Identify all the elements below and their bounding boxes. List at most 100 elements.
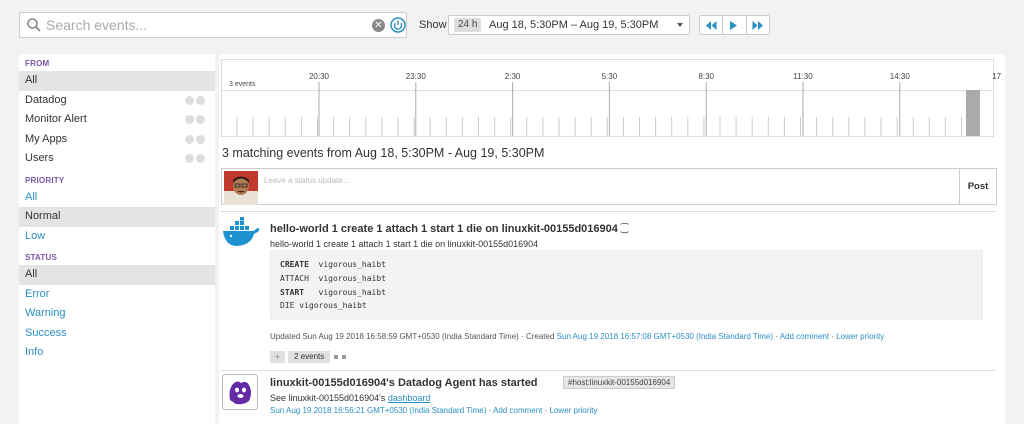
from-item-my-apps[interactable]: My Apps <box>19 130 215 150</box>
time-nav <box>699 15 770 35</box>
check-icon[interactable] <box>185 95 194 105</box>
timeline-tick-label: 17 <box>992 72 1002 81</box>
exclude-icon[interactable] <box>196 95 205 105</box>
filter-toggle-icons[interactable] <box>185 154 205 163</box>
lower-priority-link[interactable]: Lower priority <box>836 332 884 341</box>
check-icon[interactable] <box>185 134 194 144</box>
check-icon[interactable] <box>185 154 194 163</box>
code-value: vigorous_haibt <box>318 287 386 297</box>
user-avatar <box>224 171 258 205</box>
add-comment-link[interactable]: Add comment <box>493 406 542 415</box>
priority-item-low[interactable]: Low <box>19 227 215 247</box>
priority-item-normal[interactable]: Normal <box>19 207 215 227</box>
from-header: FROM <box>25 59 50 68</box>
exclude-icon[interactable] <box>196 134 205 144</box>
from-item-label: Monitor Alert <box>25 113 87 125</box>
exclude-icon[interactable] <box>196 115 205 124</box>
event-title-text: hello-world 1 create 1 attach 1 start 1 … <box>270 223 618 235</box>
show-label: Show <box>419 19 447 31</box>
check-icon[interactable] <box>185 115 194 124</box>
from-item-label: Datadog <box>25 93 67 106</box>
priority-item-label: All <box>25 190 38 203</box>
play-icon <box>730 20 738 30</box>
rewind-button[interactable] <box>700 16 724 34</box>
event-title[interactable]: linuxkit-00155d016904's Datadog Agent ha… <box>270 377 538 389</box>
event-meta: Updated Sun Aug 19 2018 16:58:59 GMT+053… <box>270 332 885 341</box>
status-update-input[interactable]: Leave a status update... <box>264 176 349 185</box>
clear-icon[interactable]: ✕ <box>372 19 385 32</box>
range-chip: 24 h <box>454 18 482 32</box>
status-item-error[interactable]: Error <box>19 285 215 305</box>
more-icon[interactable]: ⁐ <box>621 223 628 233</box>
from-item-datadog[interactable]: Datadog <box>19 91 215 111</box>
event-code-block: CREATE vigorous_haibt ATTACH vigorous_ha… <box>270 250 983 320</box>
code-key: DIE <box>280 301 295 311</box>
forward-button[interactable] <box>747 16 769 34</box>
status-item-all[interactable]: All <box>19 265 215 285</box>
status-item-label: All <box>25 268 38 280</box>
dot-icon <box>334 355 339 359</box>
event-count-badge[interactable]: 2 events <box>288 351 331 363</box>
status-item-warning[interactable]: Warning <box>19 304 215 324</box>
divider <box>221 211 995 212</box>
timeline-event-bar <box>966 90 980 136</box>
timeline-tick-label: 2:30 <box>504 72 521 81</box>
fast-forward-icon <box>752 20 764 30</box>
created-time-link[interactable]: Sun Aug 19 2018 16:57:08 GMT+0530 (India… <box>557 332 773 341</box>
filter-toggle-icons[interactable] <box>185 134 205 144</box>
timeline-tick-label: 14:30 <box>889 72 910 81</box>
dashboard-link[interactable]: dashboard <box>388 393 431 403</box>
from-item-users[interactable]: Users <box>19 149 215 169</box>
code-value: vigorous_haibt <box>318 260 386 269</box>
time-range-dropdown[interactable]: 24 h Aug 18, 5:30PM – Aug 19, 5:30PM <box>448 15 690 35</box>
code-key: START <box>280 287 305 297</box>
priority-item-all[interactable]: All <box>19 188 215 208</box>
updated-time: Updated Sun Aug 19 2018 16:58:59 GMT+053… <box>270 332 519 341</box>
search-icon <box>27 18 41 32</box>
post-button[interactable]: Post <box>959 169 996 204</box>
status-item-label: Info <box>25 346 44 358</box>
status-item-success[interactable]: Success <box>19 324 215 344</box>
divider <box>221 370 995 371</box>
top-bar: ✕ Show 24 h Aug 18, 5:30PM – Aug 19, 5:3… <box>0 0 1024 46</box>
lower-priority-link[interactable]: Lower priority <box>550 406 598 415</box>
filter-toggle-icons[interactable] <box>185 95 205 105</box>
from-item-label: My Apps <box>25 132 68 145</box>
code-value: vigorous_haibt <box>299 301 367 311</box>
exclude-icon[interactable] <box>196 154 205 163</box>
timeline-tick-label: 23:30 <box>405 72 426 81</box>
search-input[interactable] <box>46 16 366 34</box>
status-item-label: Warning <box>25 307 66 319</box>
event-title[interactable]: hello-world 1 create 1 attach 1 start 1 … <box>270 223 628 235</box>
from-item-label: All <box>25 74 38 86</box>
event-time-link[interactable]: Sun Aug 19 2018 16:56:21 GMT+0530 (India… <box>270 406 486 415</box>
event-meta: Sun Aug 19 2018 16:56:21 GMT+0530 (India… <box>270 406 598 415</box>
event-stream: 3 events 20:30 23:30 2:30 5:30 8:30 11:30 14:3… <box>219 54 1005 424</box>
priority-header: PRIORITY <box>25 175 65 185</box>
created-label: Created <box>525 332 555 341</box>
event-subtitle: hello-world 1 create 1 attach 1 start 1 … <box>270 239 539 249</box>
priority-item-label: Low <box>25 229 46 242</box>
timeline-tick-label: 11:30 <box>793 72 813 81</box>
matching-events-heading: 3 matching events from Aug 18, 5:30PM - … <box>222 146 545 160</box>
datadog-icon <box>222 374 258 410</box>
status-update-box: Leave a status update... Post <box>221 168 997 205</box>
filter-toggle-icons[interactable] <box>185 115 205 124</box>
play-button[interactable] <box>723 16 747 34</box>
timeline-tick-label: 8:30 <box>698 72 714 81</box>
add-comment-link[interactable]: Add comment <box>780 332 829 341</box>
host-tag[interactable]: #host:linuxkit-00155d016904 <box>563 376 676 389</box>
rewind-icon <box>705 20 717 30</box>
expand-icon[interactable]: + <box>270 351 285 363</box>
search-box[interactable]: ✕ <box>19 12 407 38</box>
from-item-all[interactable]: All <box>19 71 215 91</box>
event-timeline[interactable]: 3 events 20:30 23:30 2:30 5:30 8:30 11:30 14:3… <box>221 59 1001 137</box>
status-item-label: Success <box>25 326 67 339</box>
code-value: vigorous_haibt <box>318 273 386 283</box>
dot-icon <box>342 355 347 359</box>
from-item-monitor-alert[interactable]: Monitor Alert <box>19 110 215 130</box>
power-icon[interactable] <box>390 17 406 33</box>
status-item-info[interactable]: Info <box>19 343 215 363</box>
code-line: CREATE vigorous_haibt <box>280 258 982 272</box>
event-group-expander[interactable]: + 2 events <box>270 351 347 363</box>
